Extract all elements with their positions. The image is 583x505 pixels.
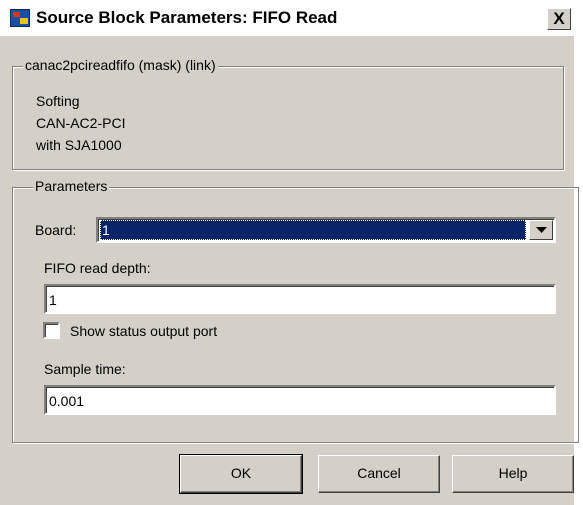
mask-description-group: canac2pcireadfifo (mask) (link) Softing …: [12, 57, 564, 170]
chevron-down-icon: [536, 227, 547, 233]
description-line: CAN-AC2-PCI: [36, 115, 126, 131]
show-status-label[interactable]: Show status output port: [70, 323, 217, 339]
board-selected-value: 1: [100, 220, 526, 240]
fifo-depth-input[interactable]: 1: [44, 284, 556, 314]
show-status-checkbox[interactable]: [43, 322, 60, 339]
cancel-button[interactable]: Cancel: [318, 455, 440, 493]
window-title: Source Block Parameters: FIFO Read: [36, 8, 338, 27]
close-button[interactable]: X: [547, 8, 571, 30]
title-bar[interactable]: Source Block Parameters: FIFO Read X: [0, 0, 583, 36]
fifo-depth-label: FIFO read depth:: [44, 260, 151, 276]
sample-time-label: Sample time:: [44, 361, 126, 377]
help-button[interactable]: Help: [452, 455, 574, 493]
simulink-block-icon: [10, 9, 30, 27]
board-label: Board:: [35, 222, 77, 238]
description-line: Softing: [36, 93, 80, 109]
board-dropdown[interactable]: 1: [96, 217, 556, 243]
parameters-group-legend: Parameters: [33, 178, 110, 194]
ok-button[interactable]: OK: [179, 454, 303, 494]
description-line: with SJA1000: [36, 137, 122, 153]
sample-time-input[interactable]: 0.001: [44, 385, 556, 415]
dropdown-arrow-button[interactable]: [529, 220, 553, 240]
mask-group-legend: canac2pcireadfifo (mask) (link): [23, 57, 218, 73]
